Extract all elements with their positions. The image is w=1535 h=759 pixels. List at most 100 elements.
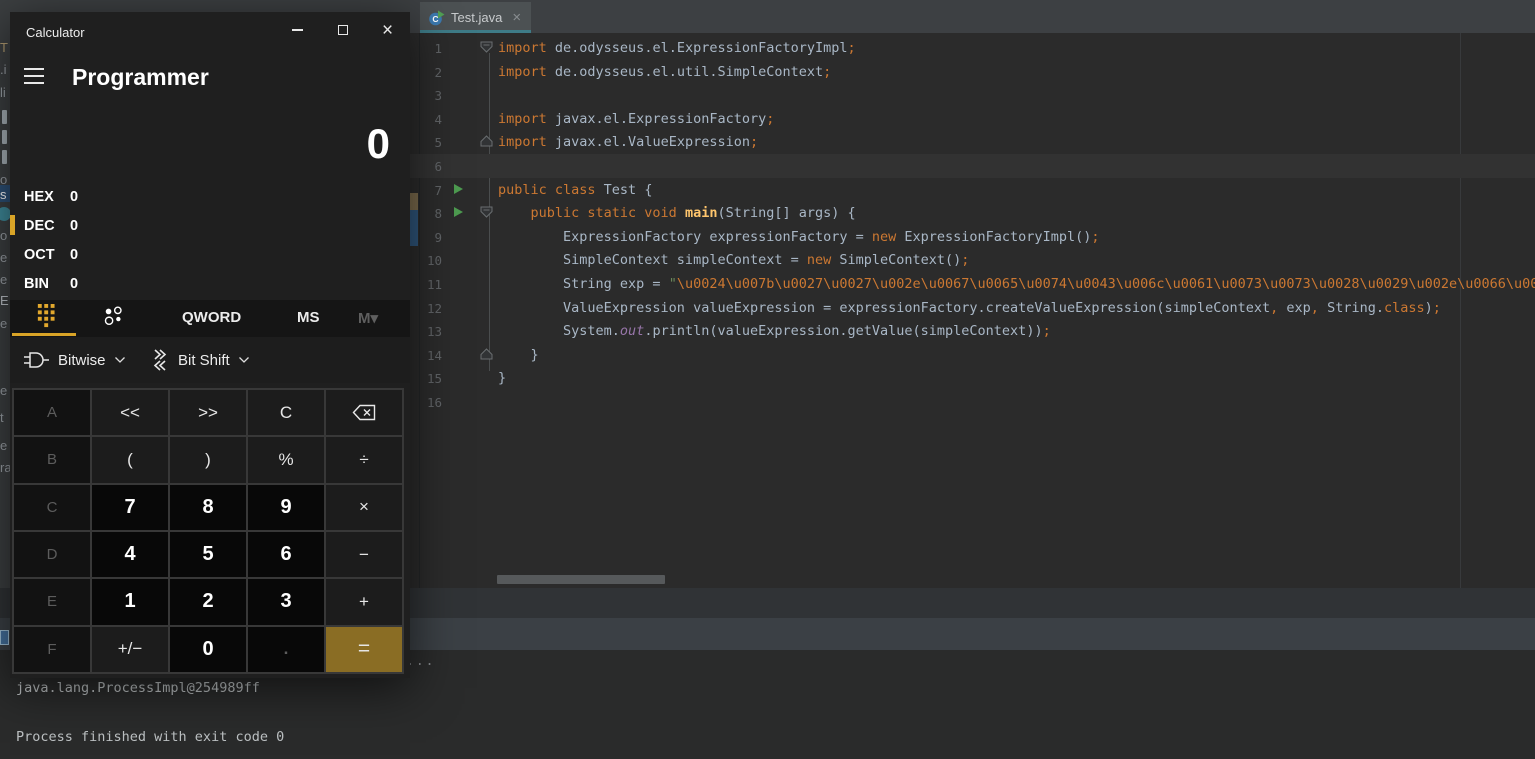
key-5[interactable]: 5 — [170, 531, 246, 578]
code-text: } — [498, 370, 507, 387]
key-7[interactable]: 7 — [92, 484, 168, 530]
operation-dropdowns-row: Bitwise Bit Shift — [10, 337, 410, 383]
line-number: 2 — [434, 64, 442, 80]
editor-tab-bar: C Test.java × — [410, 0, 1535, 33]
code-line-16: 16 — [410, 390, 1535, 414]
bitshift-dropdown[interactable]: Bit Shift — [150, 337, 250, 383]
key-plus-minus[interactable]: +/− — [92, 626, 168, 672]
radix-value: 0 — [70, 217, 79, 234]
key-6[interactable]: 6 — [248, 531, 324, 578]
key-4[interactable]: 4 — [92, 531, 168, 578]
key-divide[interactable]: ÷ — [326, 437, 402, 483]
fold-marker-icon[interactable] — [480, 348, 493, 360]
key-shift-right[interactable]: >> — [170, 390, 246, 436]
key-modulo[interactable]: % — [248, 437, 324, 483]
bitwise-dropdown[interactable]: Bitwise — [22, 337, 126, 383]
tree-text-fragment: e — [0, 438, 8, 453]
key-2[interactable]: 2 — [170, 579, 246, 625]
radix-row-dec[interactable]: DEC 0 — [10, 211, 410, 240]
line-number: 11 — [426, 276, 442, 292]
key-close-paren[interactable]: ) — [170, 437, 246, 483]
key-minus[interactable]: − — [326, 531, 402, 578]
key-dot: . — [248, 626, 324, 672]
key-b: B — [14, 437, 90, 483]
radix-label: BIN — [24, 275, 49, 292]
bit-toggle-keypad-button[interactable] — [102, 306, 126, 335]
code-line-11: 11 String exp = "\u0024\u007b\u0027\u002… — [410, 272, 1535, 296]
calculator-keypad: A << >> C B()% ÷ C 7 8 9 × D 4 5 6− E 1 2 3 + F +/− 0. = — [12, 388, 404, 674]
key-3[interactable]: 3 — [248, 579, 324, 625]
code-line-14: 14 } — [410, 343, 1535, 367]
bitshift-label: Bit Shift — [178, 351, 230, 369]
maximize-button[interactable] — [320, 12, 365, 48]
code-line-8: 8 public static void main(String[] args)… — [410, 201, 1535, 225]
key-plus[interactable]: + — [326, 579, 402, 625]
backspace-icon — [352, 404, 376, 421]
run-line-icon[interactable] — [454, 207, 463, 218]
key-0[interactable]: 0 — [170, 626, 246, 672]
key-c-hex: C — [14, 484, 90, 530]
radix-label: HEX — [24, 188, 54, 205]
line-number: 10 — [426, 253, 442, 269]
console-exit-line: Process finished with exit code 0 — [16, 729, 285, 745]
line-number: 3 — [434, 88, 442, 104]
key-open-paren[interactable]: ( — [92, 437, 168, 483]
calculator-window-title: Calculator — [26, 25, 85, 40]
fold-marker-icon[interactable] — [480, 206, 493, 218]
word-size-toggle[interactable]: QWORD — [182, 309, 241, 326]
full-keypad-toggle[interactable] — [36, 304, 58, 333]
key-9[interactable]: 9 — [248, 484, 324, 530]
memory-store-button[interactable]: MS — [297, 309, 320, 326]
logic-gate-icon — [22, 349, 50, 371]
radix-label: OCT — [24, 246, 55, 263]
fold-marker-icon[interactable] — [480, 41, 493, 53]
key-equals[interactable]: = — [326, 626, 402, 672]
line-number: 13 — [426, 324, 442, 340]
radix-row-hex[interactable]: HEX 0 — [10, 182, 410, 211]
code-line-4: 4 import javax.el.ExpressionFactory; — [410, 107, 1535, 131]
key-a: A — [14, 390, 90, 436]
tree-item-fragment — [2, 130, 7, 144]
chevron-down-icon — [114, 356, 126, 364]
tree-text-fragment: T — [0, 40, 8, 55]
tree-text-fragment: E — [0, 293, 9, 308]
key-clear[interactable]: C — [248, 390, 324, 436]
tree-text-fragment: li — [0, 85, 6, 100]
radix-row-bin[interactable]: BIN 0 — [10, 269, 410, 298]
window-controls: × — [275, 12, 410, 48]
tab-test-java[interactable]: C Test.java × — [420, 2, 532, 33]
line-number: 15 — [426, 371, 442, 387]
code-text: import javax.el.ExpressionFactory; — [498, 110, 775, 127]
project-tree-strip: T .i li o s o e e Ee e t e ra — [0, 0, 10, 588]
key-multiply[interactable]: × — [326, 484, 402, 530]
code-line-1: 1 import de.odysseus.el.ExpressionFactory… — [410, 36, 1535, 60]
run-line-icon[interactable] — [454, 183, 463, 194]
tree-item-fragment — [2, 110, 7, 124]
code-line-15: 15} — [410, 366, 1535, 390]
tab-close-icon[interactable]: × — [512, 10, 521, 25]
radix-row-oct[interactable]: OCT 0 — [10, 240, 410, 269]
tree-text-fragment: t — [0, 410, 4, 425]
radix-value: 0 — [70, 275, 79, 292]
line-number: 8 — [434, 206, 442, 222]
code-line-6: 6 — [410, 153, 1535, 178]
code-text: String exp = "\u0024\u007b\u0027\u0027\u… — [498, 275, 1535, 292]
close-button[interactable]: × — [365, 12, 410, 48]
radix-value: 0 — [70, 188, 79, 205]
key-shift-left[interactable]: << — [92, 390, 168, 436]
code-text: System.out.println(valueExpression.getVa… — [498, 323, 1051, 340]
key-backspace[interactable] — [326, 390, 402, 436]
line-number: 1 — [434, 41, 442, 56]
tree-text-fragment: e — [0, 272, 8, 287]
key-d: D — [14, 531, 90, 578]
hamburger-menu-button[interactable] — [24, 68, 44, 84]
key-1[interactable]: 1 — [92, 579, 168, 625]
code-text: import de.odysseus.el.util.SimpleContext… — [498, 63, 832, 80]
fold-marker-icon[interactable] — [480, 135, 493, 147]
horizontal-scrollbar[interactable] — [497, 575, 665, 584]
code-text: import javax.el.ValueExpression; — [498, 134, 759, 151]
minimize-button[interactable] — [275, 12, 320, 48]
key-8[interactable]: 8 — [170, 484, 246, 530]
minimize-icon — [292, 29, 303, 31]
code-editor[interactable]: 1 import de.odysseus.el.ExpressionFactory… — [410, 33, 1535, 588]
